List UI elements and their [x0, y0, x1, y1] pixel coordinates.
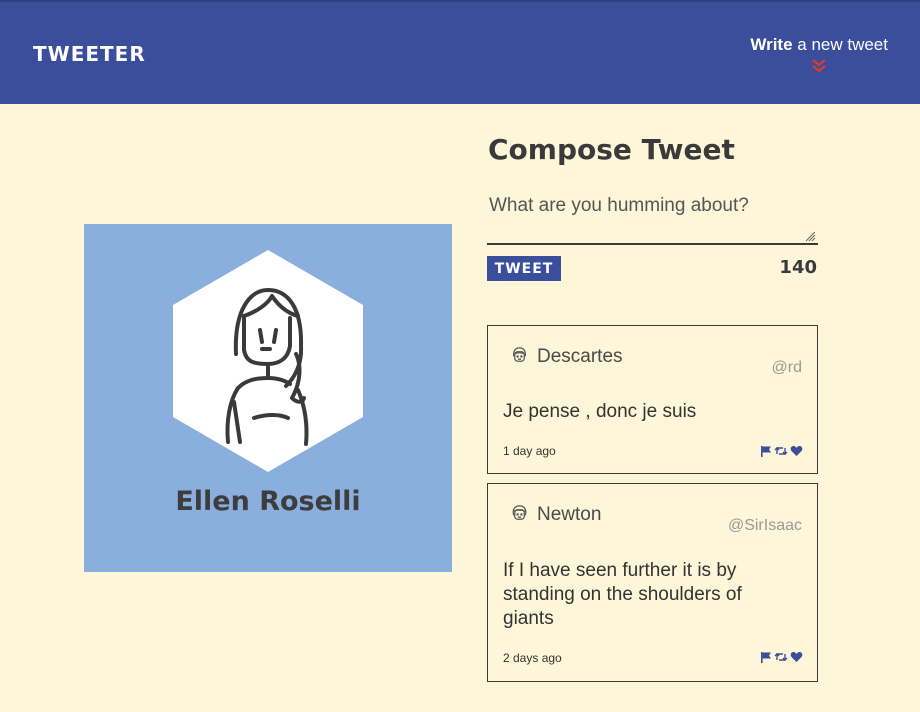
tweet-timestamp: 2 days ago — [503, 651, 562, 665]
tweet-actions — [760, 445, 803, 457]
double-chevron-down-icon[interactable] — [810, 57, 828, 75]
tweet-avatar-icon — [512, 505, 527, 520]
char-counter: 140 — [779, 257, 817, 278]
profile-card: Ellen Roselli — [84, 224, 452, 572]
write-link-bold: Write — [750, 35, 793, 54]
tweet-card: Newton @SirIsaac If I have seen further … — [487, 483, 818, 682]
tweet-author-handle: @SirIsaac — [727, 517, 802, 534]
tweet-author-handle: @rd — [771, 359, 802, 376]
write-new-tweet-link[interactable]: Write a new tweet — [750, 35, 888, 75]
heart-icon[interactable] — [790, 445, 803, 457]
resize-grip-icon[interactable] — [804, 230, 816, 242]
flag-icon[interactable] — [760, 651, 772, 663]
retweet-icon[interactable] — [774, 445, 788, 457]
tweet-actions — [760, 651, 803, 663]
tweet-avatar-icon — [513, 347, 526, 362]
write-link-text: a new tweet — [792, 35, 888, 54]
retweet-icon[interactable] — [774, 651, 788, 663]
avatar-hexagon — [173, 250, 363, 472]
tweet-button[interactable]: TWEET — [487, 256, 561, 281]
profile-name: Ellen Roselli — [175, 486, 361, 517]
flag-icon[interactable] — [760, 445, 772, 457]
avatar — [173, 250, 363, 472]
tweet-author-name: Descartes — [537, 346, 623, 367]
brand-logo[interactable]: TWEETER — [33, 42, 146, 66]
compose-title: Compose Tweet — [488, 133, 735, 166]
tweet-timestamp: 1 day ago — [503, 444, 556, 458]
tweet-author-name: Newton — [537, 504, 602, 525]
heart-icon[interactable] — [790, 651, 803, 663]
top-nav: TWEETER Write a new tweet — [0, 0, 920, 104]
tweet-text: If I have seen further it is by standing… — [503, 560, 742, 629]
tweet-input[interactable] — [487, 188, 818, 245]
tweet-card: Descartes @rd Je pense , donc je suis 1 … — [487, 325, 818, 474]
tweet-text: Je pense , donc je suis — [503, 401, 697, 422]
